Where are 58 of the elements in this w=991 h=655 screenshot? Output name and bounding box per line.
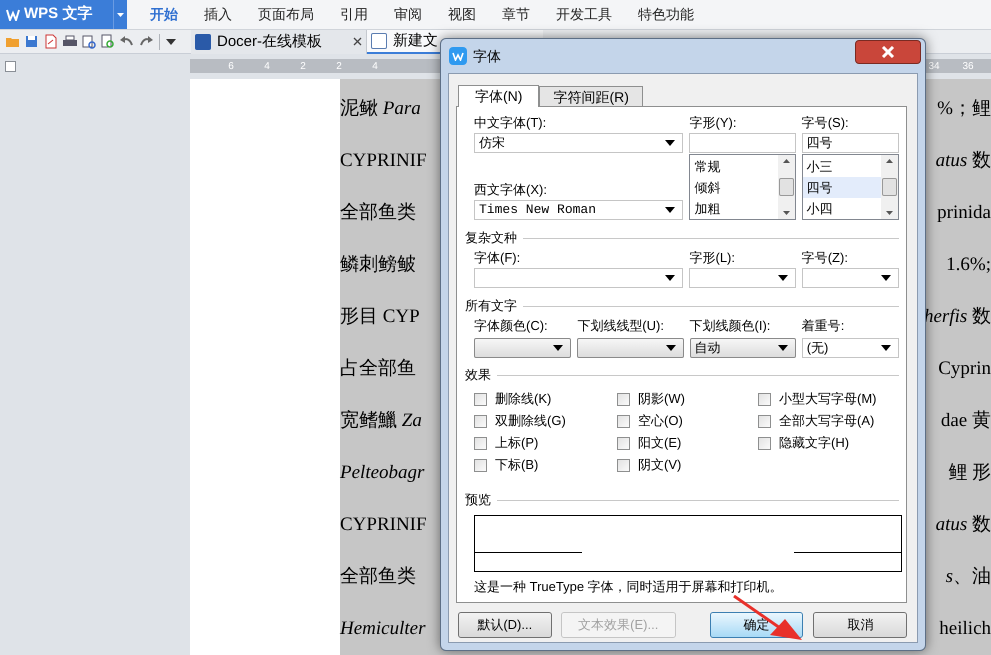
text-line: 鳞刺鳑鲏 (340, 252, 416, 277)
checkbox-label: 阴文(V) (638, 456, 682, 474)
section-heading: 效果 (465, 366, 491, 384)
field-label: 下划线颜色(I): (690, 317, 772, 335)
text-line: heilich (939, 616, 991, 641)
field-label: 字体颜色(C): (474, 317, 549, 335)
field-label: 西文字体(X): (474, 181, 548, 199)
preview-caption: 这是一种 TrueType 字体，同时适用于屏幕和打印机。 (474, 578, 784, 596)
text-line: CYPRINIF (340, 148, 427, 173)
text-line: 宽鳍鱲 Za (340, 408, 422, 433)
field-label: 字号(Z): (802, 249, 849, 267)
ruler-number: 34 (927, 60, 941, 74)
field-label: 字号(S): (802, 114, 850, 132)
text-line: 占全部鱼 (340, 356, 416, 381)
ruler-number: 36 (961, 60, 975, 74)
checkbox-label: 下标(B) (495, 456, 538, 474)
ruler-number: 4 (371, 60, 379, 74)
checkbox-label: 阴影(W) (638, 390, 685, 408)
text-line: prinida (937, 200, 991, 225)
field-label: 字体(F): (474, 249, 522, 267)
field-label: 着重号: (802, 317, 846, 335)
checkbox-label: 阳文(E) (638, 434, 682, 452)
section-heading: 预览 (465, 491, 491, 510)
checkbox-label: 隐藏文字(H) (779, 434, 850, 452)
field-label: 下划线线型(U): (577, 317, 665, 335)
text-line: Hemiculter (340, 616, 426, 641)
text-line: 1.6%; (946, 252, 991, 277)
field-label: 字形(Y): (689, 114, 738, 132)
ruler-number: 6 (227, 60, 235, 74)
text-line: Cyprin (938, 356, 991, 381)
text-line: s、油 (946, 564, 991, 589)
checkbox-label: 删除线(K) (495, 390, 552, 408)
text-line: %；鲤 (937, 96, 991, 121)
checkbox-label: 全部大写字母(A) (779, 412, 874, 430)
field-label: 字形(L): (689, 249, 736, 267)
text-line: 鲤 形 (948, 460, 991, 485)
field-label: 中文字体(T): (474, 114, 548, 132)
checkbox-label: 小型大写字母(M) (779, 390, 876, 408)
text-line: Pelteobagr (340, 460, 424, 485)
text-line: herfis 数 (924, 304, 991, 329)
section-heading: 所有文字 (465, 297, 517, 316)
ruler-number: 2 (335, 60, 343, 74)
section-heading: 复杂文种 (465, 229, 517, 248)
ruler-number: 2 (299, 60, 307, 74)
ruler-number: 4 (263, 60, 271, 74)
dialog-title: 字体 (473, 46, 501, 66)
text-line: 全部鱼类 (340, 200, 416, 225)
checkbox-label: 上标(P) (495, 434, 538, 452)
text-line: atus 数 (936, 512, 991, 537)
checkbox-label: 双删除线(G) (495, 412, 566, 430)
text-line: 形目 CYP (340, 304, 420, 329)
text-line: dae 黄 (940, 408, 991, 433)
text-line: 全部鱼类 (340, 564, 416, 589)
text-line: atus 数 (936, 148, 991, 173)
text-line: 泥鳅 Para (340, 96, 421, 121)
app-name: WPS 文字 (24, 4, 92, 24)
checkbox-label: 空心(O) (638, 412, 683, 430)
text-line: CYPRINIF (340, 512, 427, 537)
